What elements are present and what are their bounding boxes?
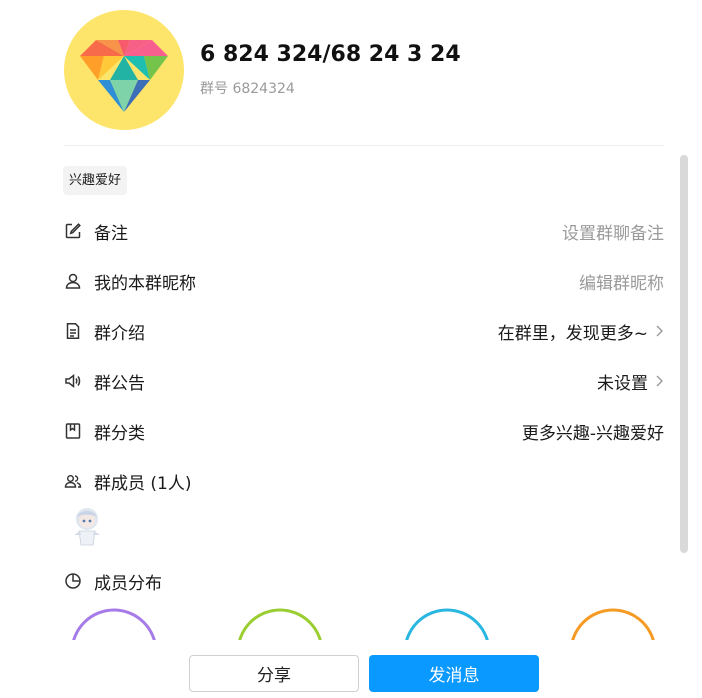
category-value: 更多兴趣-兴趣爱好: [521, 423, 664, 444]
distribution-label: 成员分布: [94, 573, 162, 594]
interest-tag[interactable]: 兴趣爱好: [63, 166, 128, 195]
distribution-arc: [72, 608, 156, 640]
category-label: 群分类: [94, 423, 145, 444]
notice-label: 群公告: [94, 373, 145, 394]
document-icon: [64, 322, 82, 340]
notice-value-text: 未设置: [597, 373, 648, 394]
edit-icon: [64, 222, 82, 240]
chevron-right-icon: [654, 374, 664, 388]
nickname-row[interactable]: 我的本群昵称 编辑群昵称: [64, 263, 664, 299]
distribution-arcs: [72, 608, 655, 640]
share-button[interactable]: 分享: [189, 655, 359, 692]
group-name: 6 824 324/68 24 3 24: [200, 42, 461, 67]
notice-row[interactable]: 群公告 未设置: [64, 363, 664, 399]
intro-label: 群介绍: [94, 323, 145, 344]
group-id: 群号 6824324: [200, 81, 295, 97]
intro-row[interactable]: 群介绍 在群里，发现更多~: [64, 313, 664, 349]
members-row[interactable]: 群成员 (1人): [64, 463, 664, 499]
distribution-row: 成员分布: [64, 563, 664, 599]
category-row[interactable]: 群分类 更多兴趣-兴趣爱好: [64, 413, 664, 449]
member-avatar[interactable]: [70, 505, 104, 547]
send-message-button[interactable]: 发消息: [369, 655, 539, 692]
group-header: 6 824 324/68 24 3 24 群号 6824324: [64, 10, 664, 132]
intro-value[interactable]: 在群里，发现更多~: [498, 319, 664, 344]
bookmark-icon: [64, 422, 82, 440]
nickname-value[interactable]: 编辑群昵称: [579, 269, 664, 294]
notice-value[interactable]: 未设置: [597, 369, 664, 394]
chevron-right-icon: [654, 324, 664, 338]
scrollbar[interactable]: [680, 155, 688, 553]
intro-value-text: 在群里，发现更多~: [497, 323, 648, 344]
members-icon: [64, 472, 82, 490]
nickname-label: 我的本群昵称: [94, 273, 196, 294]
user-icon: [64, 272, 82, 290]
distribution-arc: [571, 608, 655, 640]
distribution-arc: [238, 608, 322, 640]
header-divider: [64, 145, 664, 146]
heart-logo-icon: [80, 40, 168, 112]
pie-chart-icon: [64, 572, 82, 590]
remark-value[interactable]: 设置群聊备注: [562, 219, 664, 244]
speaker-icon: [64, 372, 82, 390]
members-label: 群成员 (1人): [94, 473, 192, 494]
distribution-arc: [405, 608, 489, 640]
group-avatar[interactable]: [64, 10, 184, 130]
remark-label: 备注: [94, 223, 128, 244]
remark-row[interactable]: 备注 设置群聊备注: [64, 213, 664, 249]
